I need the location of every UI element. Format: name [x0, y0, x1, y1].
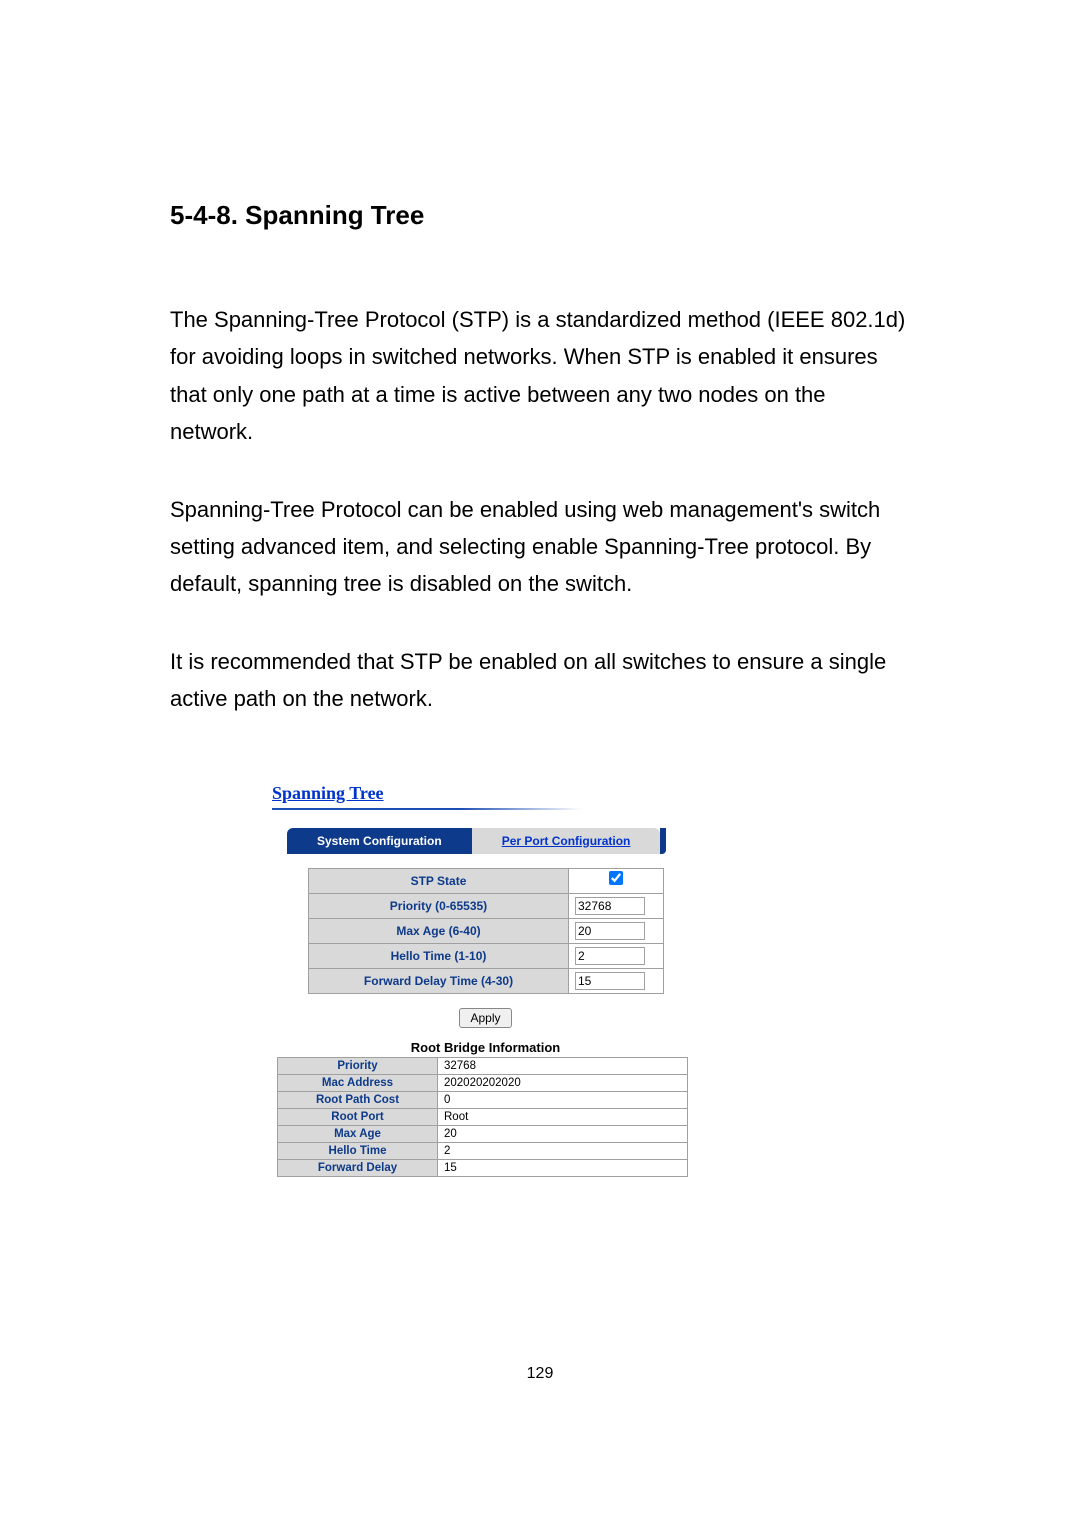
priority-label: Priority (0-65535): [309, 893, 569, 918]
table-row: Forward Delay Time (4-30): [309, 968, 664, 993]
forward-delay-input[interactable]: [575, 972, 645, 990]
table-row: Forward Delay 15: [278, 1159, 688, 1176]
info-fwddelay-label: Forward Delay: [278, 1159, 438, 1176]
info-rootcost-value: 0: [438, 1091, 688, 1108]
info-priority-value: 32768: [438, 1057, 688, 1074]
stp-state-cell: [569, 868, 664, 893]
info-hellotime-label: Hello Time: [278, 1142, 438, 1159]
table-row: Root Path Cost 0: [278, 1091, 688, 1108]
info-rootport-label: Root Port: [278, 1108, 438, 1125]
root-bridge-info-table: Priority 32768 Mac Address 202020202020 …: [277, 1057, 688, 1177]
panel-title: Spanning Tree: [272, 783, 902, 804]
config-table: STP State Priority (0-65535) Max Age (6-…: [308, 868, 664, 994]
table-row: Max Age 20: [278, 1125, 688, 1142]
table-row: Priority (0-65535): [309, 893, 664, 918]
stp-state-checkbox[interactable]: [609, 871, 623, 885]
max-age-cell: [569, 918, 664, 943]
title-underline: [272, 808, 582, 810]
page-number: 129: [0, 1365, 1080, 1383]
info-hellotime-value: 2: [438, 1142, 688, 1159]
info-mac-value: 202020202020: [438, 1074, 688, 1091]
table-row: Priority 32768: [278, 1057, 688, 1074]
paragraph-1: The Spanning-Tree Protocol (STP) is a st…: [170, 301, 910, 451]
tabs: System Configuration Per Port Configurat…: [287, 828, 902, 854]
info-priority-label: Priority: [278, 1057, 438, 1074]
info-rootcost-label: Root Path Cost: [278, 1091, 438, 1108]
max-age-input[interactable]: [575, 922, 645, 940]
hello-time-input[interactable]: [575, 947, 645, 965]
info-maxage-value: 20: [438, 1125, 688, 1142]
paragraph-3: It is recommended that STP be enabled on…: [170, 643, 910, 718]
apply-button-wrap: Apply: [308, 1008, 663, 1028]
table-row: Hello Time 2: [278, 1142, 688, 1159]
info-mac-label: Mac Address: [278, 1074, 438, 1091]
spanning-tree-screenshot: Spanning Tree System Configuration Per P…: [142, 778, 902, 1182]
stp-state-label: STP State: [309, 868, 569, 893]
section-heading: 5-4-8. Spanning Tree: [170, 200, 910, 231]
table-row: Max Age (6-40): [309, 918, 664, 943]
forward-delay-cell: [569, 968, 664, 993]
info-rootport-value: Root: [438, 1108, 688, 1125]
priority-input[interactable]: [575, 897, 645, 915]
table-row: Hello Time (1-10): [309, 943, 664, 968]
root-bridge-info-title: Root Bridge Information: [308, 1040, 663, 1055]
paragraph-2: Spanning-Tree Protocol can be enabled us…: [170, 491, 910, 603]
priority-cell: [569, 893, 664, 918]
table-row: Mac Address 202020202020: [278, 1074, 688, 1091]
max-age-label: Max Age (6-40): [309, 918, 569, 943]
hello-time-cell: [569, 943, 664, 968]
apply-button[interactable]: Apply: [459, 1008, 511, 1028]
tab-per-port-configuration[interactable]: Per Port Configuration: [472, 828, 661, 854]
table-row: Root Port Root: [278, 1108, 688, 1125]
info-fwddelay-value: 15: [438, 1159, 688, 1176]
table-row: STP State: [309, 868, 664, 893]
info-maxage-label: Max Age: [278, 1125, 438, 1142]
forward-delay-label: Forward Delay Time (4-30): [309, 968, 569, 993]
tab-system-configuration[interactable]: System Configuration: [287, 828, 472, 854]
hello-time-label: Hello Time (1-10): [309, 943, 569, 968]
